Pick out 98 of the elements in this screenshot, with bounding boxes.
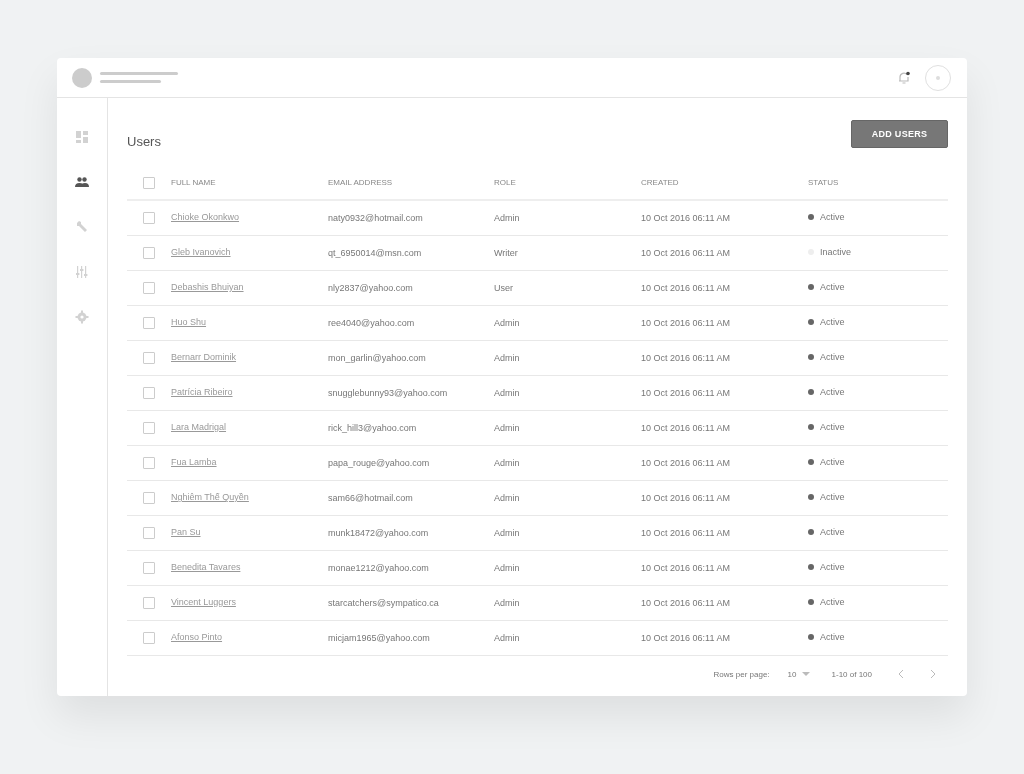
role-cell-text: Admin bbox=[494, 563, 521, 573]
created-cell-text: 10 Oct 2016 06:11 AM bbox=[641, 318, 731, 328]
row-checkbox[interactable] bbox=[143, 247, 155, 259]
email-cell-text: mon_garlin@yahoo.com bbox=[328, 353, 427, 363]
email-cell-text: snugglebunny93@yahoo.com bbox=[328, 388, 449, 398]
user-name-link[interactable]: Huo Shu bbox=[171, 317, 207, 327]
status-text: Active bbox=[820, 387, 845, 397]
email-cell-text: micjam1965@yahoo.com bbox=[328, 633, 431, 643]
dashboard-icon[interactable] bbox=[74, 130, 90, 144]
row-checkbox[interactable] bbox=[143, 212, 155, 224]
user-name-link[interactable]: Bernarr Dominik bbox=[171, 352, 237, 362]
user-name-link[interactable]: Afonso Pinto bbox=[171, 632, 223, 642]
email-cell-text: sam66@hotmail.com bbox=[328, 493, 414, 503]
created-cell-text: 10 Oct 2016 06:11 AM bbox=[641, 423, 731, 433]
user-name-link[interactable]: Lara Madrigal bbox=[171, 422, 227, 432]
status-text: Active bbox=[820, 352, 845, 362]
status-text: Active bbox=[820, 562, 845, 572]
role-cell-text: Admin bbox=[494, 213, 521, 223]
row-checkbox[interactable] bbox=[143, 457, 155, 469]
role-cell-text: Admin bbox=[494, 528, 521, 538]
created-cell-text: 10 Oct 2016 06:11 AM bbox=[641, 633, 731, 643]
role-cell-text: Writer bbox=[494, 248, 519, 258]
email-cell-text: rick_hill3@yahoo.com bbox=[328, 423, 418, 433]
status-text: Active bbox=[820, 597, 845, 607]
created-cell-text: 10 Oct 2016 06:11 AM bbox=[641, 458, 731, 468]
created-cell-text: 10 Oct 2016 06:11 AM bbox=[641, 213, 731, 223]
row-checkbox[interactable] bbox=[143, 562, 155, 574]
role-cell-text: Admin bbox=[494, 318, 521, 328]
created-cell-text: 10 Oct 2016 06:11 AM bbox=[641, 598, 731, 608]
previous-page-icon[interactable] bbox=[898, 669, 904, 679]
user-name-link[interactable]: Chioke Okonkwo bbox=[171, 212, 240, 222]
email-cell-text: ree4040@yahoo.com bbox=[328, 318, 416, 328]
email-cell-text: munk18472@yahoo.com bbox=[328, 528, 430, 538]
add-users-button[interactable]: ADD USERS bbox=[851, 120, 948, 148]
row-checkbox[interactable] bbox=[143, 632, 155, 644]
next-page-icon[interactable] bbox=[930, 669, 936, 679]
role-cell-text: Admin bbox=[494, 458, 521, 468]
created-cell-text: 10 Oct 2016 06:11 AM bbox=[641, 528, 731, 538]
role-cell-text: Admin bbox=[494, 353, 521, 363]
role-cell-text: Admin bbox=[494, 388, 521, 398]
email-cell-text: papa_rouge@yahoo.com bbox=[328, 458, 431, 468]
status-text: Active bbox=[820, 422, 845, 432]
status-text: Active bbox=[820, 317, 845, 327]
role-cell-text: Admin bbox=[494, 423, 521, 433]
column-header: EMAIL ADDRESS bbox=[328, 178, 394, 187]
created-cell-text: 10 Oct 2016 06:11 AM bbox=[641, 248, 731, 258]
column-header: FULL NAME bbox=[171, 178, 217, 187]
row-checkbox[interactable] bbox=[143, 527, 155, 539]
select-all-checkbox[interactable] bbox=[143, 176, 155, 189]
role-cell-text: Admin bbox=[494, 633, 521, 643]
status-text: Active bbox=[820, 632, 845, 642]
user-name-link[interactable]: Benedita Tavares bbox=[171, 562, 241, 572]
rows-per-page-label: Rows per page: bbox=[713, 669, 770, 679]
user-name-link[interactable]: Debashis Bhuiyan bbox=[171, 282, 244, 292]
status-text: Inactive bbox=[820, 247, 852, 257]
column-header: STATUS bbox=[808, 178, 840, 187]
user-name-link[interactable]: Fua Lamba bbox=[171, 457, 217, 467]
created-cell-text: 10 Oct 2016 06:11 AM bbox=[641, 493, 731, 503]
user-name-link[interactable]: Pan Su bbox=[171, 527, 201, 537]
status-text: Active bbox=[820, 492, 845, 502]
user-name-link[interactable]: Vincent Luggers bbox=[171, 597, 236, 607]
created-cell-text: 10 Oct 2016 06:11 AM bbox=[641, 388, 731, 398]
created-cell-text: 10 Oct 2016 06:11 AM bbox=[641, 563, 731, 573]
wrench-icon[interactable] bbox=[74, 220, 90, 234]
created-cell-text: 10 Oct 2016 06:11 AM bbox=[641, 283, 731, 293]
role-cell-text: Admin bbox=[494, 598, 521, 608]
row-checkbox[interactable] bbox=[143, 492, 155, 504]
caret-icon bbox=[801, 671, 810, 677]
row-checkbox[interactable] bbox=[143, 387, 155, 399]
email-cell-text: nly2837@yahoo.com bbox=[328, 283, 414, 293]
row-checkbox[interactable] bbox=[143, 422, 155, 434]
created-cell-text: 10 Oct 2016 06:11 AM bbox=[641, 353, 731, 363]
page-title: Users bbox=[127, 132, 161, 149]
status-text: Active bbox=[820, 457, 845, 467]
status-text: Active bbox=[820, 212, 845, 222]
status-text: Active bbox=[820, 527, 845, 537]
page-range: 1-10 of 100 bbox=[831, 669, 872, 679]
email-cell-text: qt_6950014@msn.com bbox=[328, 248, 423, 258]
user-name-link[interactable]: Nghiêm Thế Quyền bbox=[171, 492, 249, 502]
notification-bell-icon[interactable] bbox=[897, 70, 911, 85]
row-checkbox[interactable] bbox=[143, 317, 155, 329]
email-cell-text: monae1212@yahoo.com bbox=[328, 563, 430, 573]
email-cell-text: starcatchers@sympatico.ca bbox=[328, 598, 440, 608]
settings-icon[interactable] bbox=[74, 310, 90, 324]
user-name-link[interactable]: Patrícia Ribeiro bbox=[171, 387, 233, 397]
user-name-link[interactable]: Gleb Ivanovich bbox=[171, 247, 231, 257]
users-icon[interactable] bbox=[74, 175, 90, 189]
row-checkbox[interactable] bbox=[143, 597, 155, 609]
email-cell-text: naty0932@hotmail.com bbox=[328, 213, 424, 223]
status-text: Active bbox=[820, 282, 845, 292]
role-cell-text: User bbox=[494, 283, 514, 293]
row-checkbox[interactable] bbox=[143, 352, 155, 364]
row-checkbox[interactable] bbox=[143, 282, 155, 294]
role-cell-text: Admin bbox=[494, 493, 521, 503]
column-header: ROLE bbox=[494, 178, 517, 187]
rows-per-page-select[interactable]: 10 bbox=[787, 669, 810, 679]
sliders-icon[interactable] bbox=[74, 265, 90, 279]
column-header: CREATED bbox=[641, 178, 680, 187]
